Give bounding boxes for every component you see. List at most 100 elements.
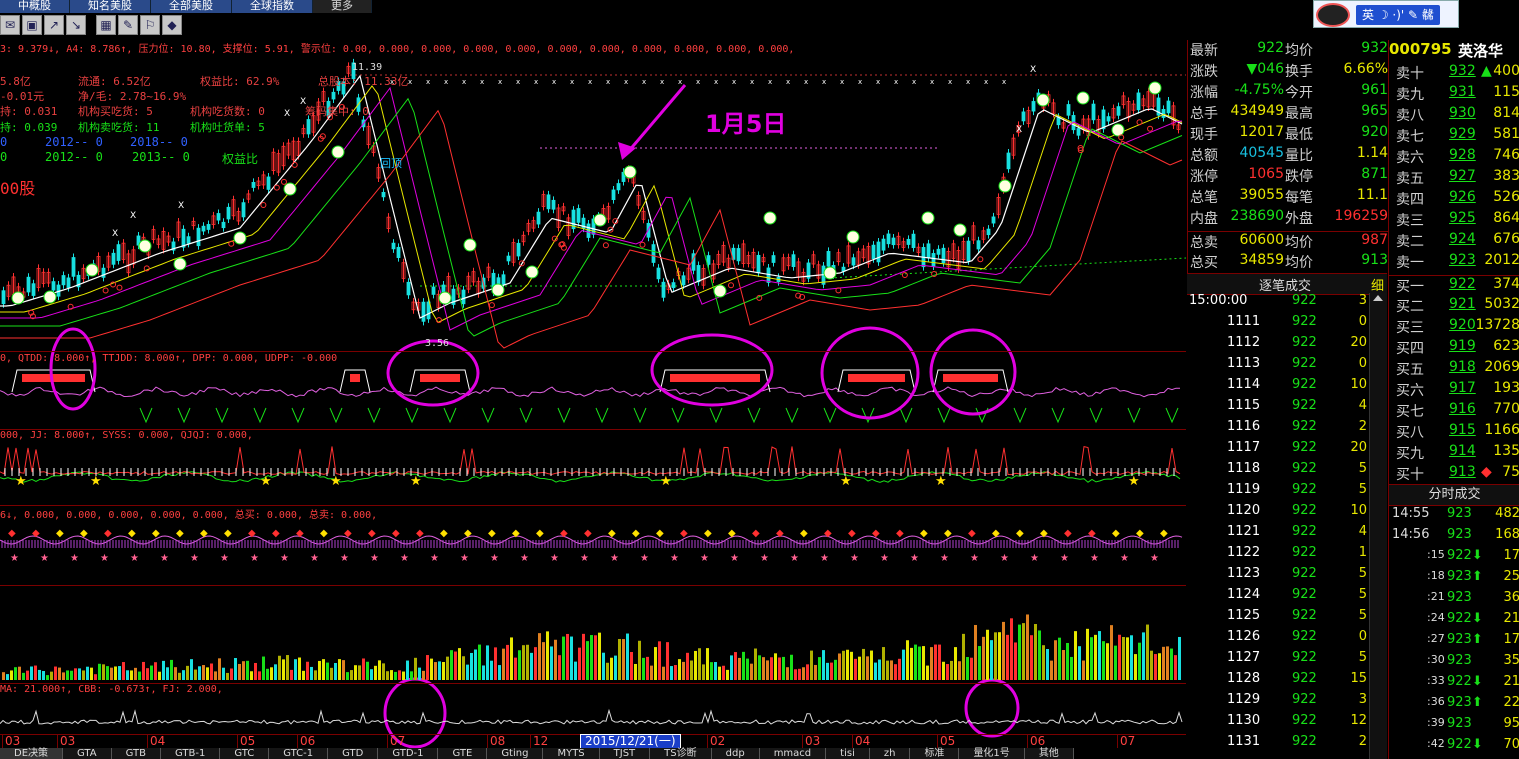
trade-price: 922 xyxy=(1292,293,1317,308)
ask-price[interactable]: 931 xyxy=(1449,84,1476,100)
market-tab-2[interactable]: 全部美股 xyxy=(151,0,232,13)
bid-price[interactable]: 919 xyxy=(1449,338,1476,354)
bid-price[interactable]: 914 xyxy=(1449,443,1476,459)
indicator-tab-6[interactable]: GTD xyxy=(328,748,379,759)
indicator-tab-15[interactable]: tisi xyxy=(826,748,870,759)
ask-price[interactable]: 923 xyxy=(1449,252,1476,268)
indicator-tab-1[interactable]: GTA xyxy=(63,748,112,759)
tick-trades-header[interactable]: 逐笔成交 细 xyxy=(1187,273,1387,295)
mail-icon[interactable]: ✉ xyxy=(0,15,20,35)
ask-price[interactable]: 928 xyxy=(1449,147,1476,163)
volume-bar xyxy=(150,665,153,680)
qq-ime-bar[interactable]: 英 ☽ ·)' ✎ 㣈 xyxy=(1313,0,1459,28)
ask-row[interactable]: 卖十 932 ▲ 400 xyxy=(1389,63,1519,84)
message-icon[interactable]: ✎ xyxy=(118,15,138,35)
chart-down-icon[interactable]: ↘ xyxy=(66,15,86,35)
image-icon[interactable]: ▣ xyxy=(22,15,42,35)
volume-bar xyxy=(362,658,365,680)
indicator-tab-8[interactable]: GTE xyxy=(438,748,488,759)
month-tick-label: 07 xyxy=(1117,735,1135,748)
volume-bar xyxy=(1134,654,1137,680)
chart-up-icon[interactable]: ↗ xyxy=(44,15,64,35)
bid-price[interactable]: 918 xyxy=(1449,359,1476,375)
candle-body xyxy=(1006,152,1011,170)
ask-row[interactable]: 卖六 928 746 xyxy=(1389,147,1519,168)
market-tab-3[interactable]: 全球指数 xyxy=(232,0,313,13)
indicator-tab-14[interactable]: mmacd xyxy=(759,748,827,759)
ask-price[interactable]: 927 xyxy=(1449,168,1476,184)
ime-status[interactable]: 英 ☽ ·)' ✎ 㣈 xyxy=(1356,5,1440,25)
indicator-tab-11[interactable]: TJST xyxy=(599,748,651,759)
calc-icon[interactable]: ▦ xyxy=(96,15,116,35)
candle-body xyxy=(306,119,311,135)
trades-scrollbar[interactable] xyxy=(1369,293,1387,759)
month-tick-label: 03 xyxy=(802,735,820,748)
bid-volume: 1166 xyxy=(1484,422,1519,438)
diamond-icon[interactable]: ◆ xyxy=(162,15,182,35)
minute-time: :21 xyxy=(1427,590,1445,603)
bid-row[interactable]: 买七 916 770 xyxy=(1389,401,1519,422)
scroll-up-icon[interactable] xyxy=(1373,295,1383,301)
ask-level: 卖五 xyxy=(1396,171,1424,187)
bid-row[interactable]: 买十 913 ◆ 75 xyxy=(1389,464,1519,485)
indicator-tab-13[interactable]: ddp xyxy=(711,748,760,759)
ask-price[interactable]: 925 xyxy=(1449,210,1476,226)
volume-bar xyxy=(426,655,429,680)
indicator-tab-16[interactable]: zh xyxy=(869,748,911,759)
bid-price[interactable]: 922 xyxy=(1449,276,1476,292)
market-tab-0[interactable]: 中概股 xyxy=(0,0,70,13)
volume-bar xyxy=(434,662,437,680)
ask-price[interactable]: 930 xyxy=(1449,105,1476,121)
diamond-marker: ◆ xyxy=(344,528,352,539)
ask-row[interactable]: 卖一 923 2012 xyxy=(1389,252,1519,273)
detail-toggle[interactable]: 细 xyxy=(1371,275,1384,294)
bid-row[interactable]: 买六 917 193 xyxy=(1389,380,1519,401)
bid-row[interactable]: 买四 919 623 xyxy=(1389,338,1519,359)
bid-row[interactable]: 买一 922 374 xyxy=(1389,275,1519,297)
indicator-tab-3[interactable]: GTB-1 xyxy=(160,748,221,759)
bid-row[interactable]: 买八 915 1166 xyxy=(1389,422,1519,443)
kline-chart-area[interactable]: XXXXXXXxxxxxxxxxxxxxxxxxxxxxxxxxxxxxxxxx… xyxy=(0,40,1186,759)
indicator-tab-17[interactable]: 标准 xyxy=(910,748,960,759)
indicator-tab-12[interactable]: TS诊断 xyxy=(650,748,712,759)
bid-price[interactable]: 920 xyxy=(1449,317,1476,333)
bid-price[interactable]: 913 xyxy=(1449,464,1476,480)
stock-name: 英洛华 xyxy=(1458,42,1504,60)
ask-row[interactable]: 卖二 924 676 xyxy=(1389,231,1519,252)
ask-row[interactable]: 卖五 927 383 xyxy=(1389,168,1519,189)
bid-price[interactable]: 915 xyxy=(1449,422,1476,438)
indicator-tab-4[interactable]: GTC xyxy=(220,748,270,759)
indicator-tab-2[interactable]: GTB xyxy=(111,748,161,759)
indicator-tab-19[interactable]: 其他 xyxy=(1024,748,1074,759)
bid-price[interactable]: 916 xyxy=(1449,401,1476,417)
minute-trades-header[interactable]: 分时成交 xyxy=(1389,484,1519,506)
bid-row[interactable]: 买二 921 5032 xyxy=(1389,296,1519,317)
indicator-tab-0[interactable]: DE决策 xyxy=(0,748,64,759)
ask-price[interactable]: 926 xyxy=(1449,189,1476,205)
ask-row[interactable]: 卖七 929 581 xyxy=(1389,126,1519,147)
trade-row: 1113 922 0 xyxy=(1187,356,1367,377)
bid-row[interactable]: 买九 914 135 xyxy=(1389,443,1519,464)
market-tab-4[interactable]: 更多 xyxy=(313,0,372,13)
ask-row[interactable]: 卖三 925 864 xyxy=(1389,210,1519,231)
indicator-tab-9[interactable]: Gting xyxy=(487,748,544,759)
market-tab-1[interactable]: 知名美股 xyxy=(70,0,151,13)
broadcast-icon[interactable]: ⚐ xyxy=(140,15,160,35)
bid-row[interactable]: 买五 918 2069 xyxy=(1389,359,1519,380)
bid-price[interactable]: 921 xyxy=(1449,296,1476,312)
ask-row[interactable]: 卖九 931 115 xyxy=(1389,84,1519,105)
indicator-tab-18[interactable]: 量化1号 xyxy=(959,748,1025,759)
trade-volume: 4 xyxy=(1358,524,1367,539)
bid-row[interactable]: 买三 920 13728 xyxy=(1389,317,1519,338)
ask-row[interactable]: 卖八 930 814 xyxy=(1389,105,1519,126)
ask-price[interactable]: 929 xyxy=(1449,126,1476,142)
indicator-tab-5[interactable]: GTC-1 xyxy=(269,748,329,759)
quote-value: 11.1 xyxy=(1356,187,1388,203)
bid-price[interactable]: 917 xyxy=(1449,380,1476,396)
indicator-tab-7[interactable]: GTD-1 xyxy=(378,748,439,759)
ask-row[interactable]: 卖四 926 526 xyxy=(1389,189,1519,210)
ask-price[interactable]: 932 xyxy=(1449,63,1476,79)
volume-bar xyxy=(710,662,713,680)
ask-price[interactable]: 924 xyxy=(1449,231,1476,247)
indicator-tab-10[interactable]: MYTS xyxy=(543,748,600,759)
